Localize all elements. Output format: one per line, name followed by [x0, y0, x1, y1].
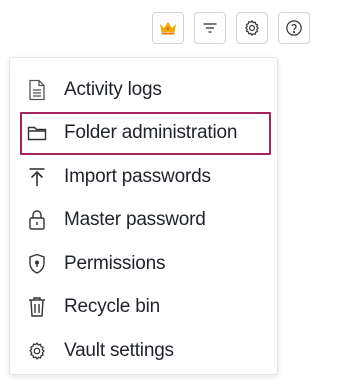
- lock-icon: [26, 209, 48, 231]
- upload-arrow-icon: [26, 166, 48, 188]
- menu-item-master-password[interactable]: Master password: [10, 199, 277, 243]
- toolbar: [152, 12, 310, 46]
- menu-item-label: Master password: [64, 209, 206, 231]
- menu-item-label: Folder administration: [64, 122, 238, 144]
- menu-item-label: Permissions: [64, 252, 166, 274]
- app-root: Activity logs Folder administration Impo…: [0, 0, 340, 385]
- settings-dropdown-menu: Activity logs Folder administration Impo…: [9, 57, 278, 375]
- document-icon: [26, 79, 48, 101]
- menu-item-label: Vault settings: [64, 339, 174, 361]
- trash-icon: [26, 296, 48, 318]
- settings-button[interactable]: [236, 12, 268, 44]
- filter-button[interactable]: [194, 12, 226, 44]
- help-button[interactable]: [278, 12, 310, 44]
- crown-icon: [159, 21, 177, 35]
- menu-item-folder-administration[interactable]: Folder administration: [20, 111, 271, 155]
- menu-item-label: Import passwords: [64, 165, 211, 187]
- menu-item-permissions[interactable]: Permissions: [10, 242, 277, 286]
- folder-icon: [26, 122, 48, 144]
- menu-item-label: Activity logs: [64, 78, 162, 100]
- premium-crown-button[interactable]: [152, 12, 184, 44]
- gear-icon: [243, 19, 261, 37]
- gear-icon: [26, 340, 48, 362]
- menu-item-activity-logs[interactable]: Activity logs: [10, 68, 277, 112]
- menu-item-import-passwords[interactable]: Import passwords: [10, 155, 277, 199]
- filter-lines-icon: [202, 21, 218, 35]
- help-circle-icon: [285, 19, 303, 37]
- shield-icon: [26, 253, 48, 275]
- menu-item-vault-settings[interactable]: Vault settings: [10, 329, 277, 373]
- menu-item-label: Recycle bin: [64, 296, 161, 318]
- menu-item-recycle-bin[interactable]: Recycle bin: [10, 286, 277, 330]
